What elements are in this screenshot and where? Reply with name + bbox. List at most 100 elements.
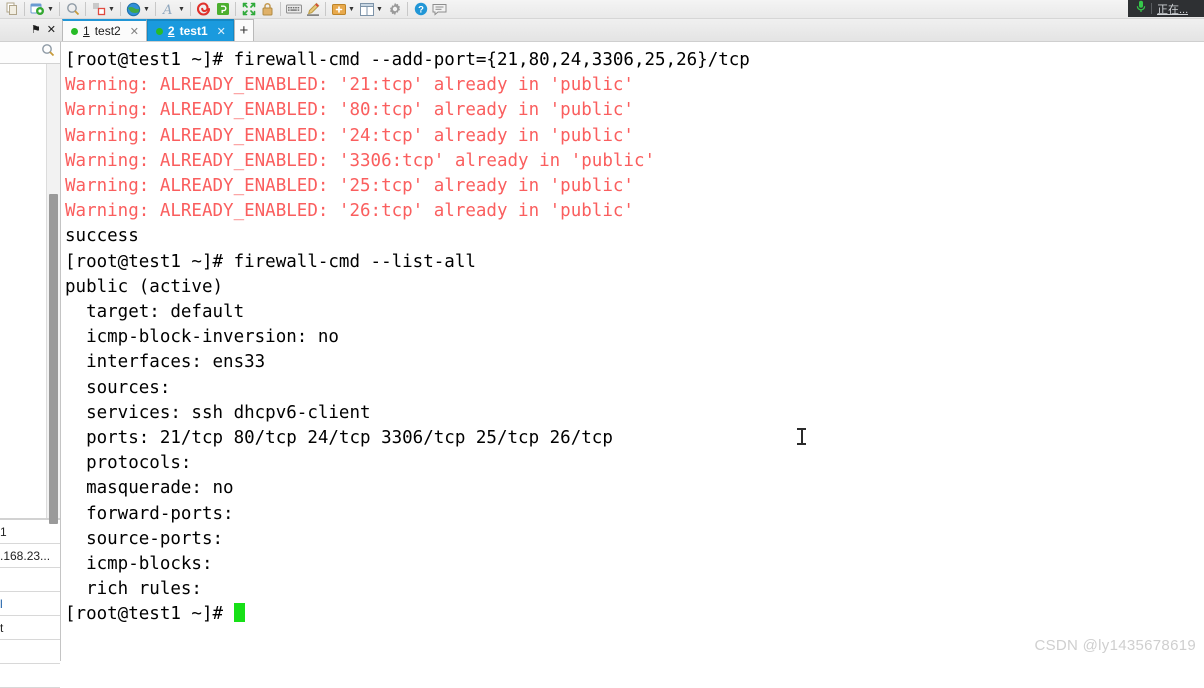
session-settings-button[interactable]: ▼: [28, 0, 56, 18]
list-item[interactable]: l: [0, 592, 60, 616]
tab-label: test2: [94, 24, 121, 38]
sidebar-scrollbar-thumb[interactable]: [49, 194, 58, 524]
terminal-line: success: [65, 226, 139, 247]
lock-icon: [259, 1, 276, 17]
terminal-line: rich rules:: [65, 579, 202, 600]
layout-button[interactable]: ▼: [357, 0, 385, 18]
sidebar-scrollbar[interactable]: [46, 64, 60, 524]
terminal-line: services: ssh dhcpv6-client: [65, 402, 371, 423]
keyboard-icon: [285, 1, 302, 17]
fullscreen-button[interactable]: [239, 0, 258, 18]
terminal-line: [root@test1 ~]#: [65, 602, 1204, 627]
list-item[interactable]: t: [0, 616, 60, 640]
close-icon[interactable]: ✕: [47, 24, 56, 35]
terminal-line: source-ports:: [65, 528, 224, 549]
sidebar-session-tree[interactable]: [0, 64, 60, 524]
tab-label: test1: [179, 24, 208, 38]
terminal-line: forward-ports:: [65, 503, 234, 524]
terminal-line: public (active): [65, 276, 224, 297]
font-button[interactable]: A ▼: [159, 0, 187, 18]
tab-close-icon[interactable]: ✕: [217, 25, 226, 38]
list-item[interactable]: [0, 568, 60, 592]
chevron-down-icon[interactable]: ▼: [375, 1, 384, 17]
toolbar-separator: [120, 2, 121, 16]
new-tab-button[interactable]: +: [233, 19, 254, 41]
ime-status-panel: 正在...: [1128, 0, 1204, 17]
chevron-down-icon[interactable]: ▼: [347, 1, 356, 17]
tab-status-dot: [71, 27, 78, 35]
spiral-icon: [195, 1, 212, 17]
terminal-line: protocols:: [65, 453, 192, 474]
font-a-icon: A: [160, 1, 177, 17]
toolbar-separator: [59, 2, 60, 16]
pen-icon: [304, 1, 321, 17]
tab-status-dot: [155, 27, 163, 35]
globe-button[interactable]: ▼: [124, 0, 152, 18]
watermark: CSDN @ly1435678619: [1034, 637, 1196, 654]
tab-index: 1: [83, 24, 90, 38]
sidebar-search-bar[interactable]: [0, 42, 60, 64]
terminal-line: interfaces: ens33: [65, 352, 266, 373]
chevron-down-icon[interactable]: ▼: [107, 1, 116, 17]
new-folder-button[interactable]: ▼: [329, 0, 357, 18]
terminal-line: sources:: [65, 377, 171, 398]
tab-bar-controls: ⚑ ✕: [0, 18, 62, 41]
keyboard-button[interactable]: [284, 0, 303, 18]
microphone-icon: [1136, 0, 1146, 18]
main-toolbar: ▼ ▼ ▼ A ▼ ▼ ▼ ?: [0, 0, 1204, 19]
terminal-line: ports: 21/tcp 80/tcp 24/tcp 3306/tcp 25/…: [65, 428, 613, 449]
terminal-line: [root@test1 ~]# firewall-cmd --list-all: [65, 251, 476, 272]
tab-test1[interactable]: 2 test1 ✕: [146, 19, 234, 41]
transfer-button[interactable]: ▼: [89, 0, 117, 18]
gear-green-icon: [29, 1, 46, 17]
toolbar-separator: [190, 2, 191, 16]
svg-text:?: ?: [418, 5, 424, 16]
layout-icon: [358, 1, 375, 17]
transfer-icon: [90, 1, 107, 17]
chat-icon: [431, 1, 448, 17]
terminal-warning-line: Warning: ALREADY_ENABLED: '3306:tcp' alr…: [65, 150, 656, 171]
feedback-button[interactable]: [430, 0, 449, 18]
copy-button[interactable]: [2, 0, 21, 18]
svg-text:A: A: [162, 3, 172, 16]
list-item[interactable]: [0, 664, 60, 688]
gear-grey-icon: [386, 1, 403, 17]
copy-icon: [3, 1, 20, 17]
toolbar-separator: [325, 2, 326, 16]
terminal-output: [root@test1 ~]# firewall-cmd --add-port=…: [61, 42, 1204, 628]
chevron-down-icon[interactable]: ▼: [142, 1, 151, 17]
search-icon[interactable]: [41, 43, 55, 62]
chevron-down-icon[interactable]: ▼: [46, 1, 55, 17]
terminal-line: icmp-block-inversion: no: [65, 327, 339, 348]
upload-button[interactable]: [213, 0, 232, 18]
highlighter-button[interactable]: [303, 0, 322, 18]
tab-close-icon[interactable]: ✕: [130, 25, 139, 38]
terminal-cursor: [233, 603, 245, 623]
tab-index: 2: [167, 24, 175, 38]
help-button[interactable]: ?: [411, 0, 430, 18]
settings-button[interactable]: [385, 0, 404, 18]
pin-icon[interactable]: ⚑: [31, 24, 41, 35]
green-box-icon: [214, 1, 231, 17]
toolbar-separator: [280, 2, 281, 16]
terminal-warning-line: Warning: ALREADY_ENABLED: '80:tcp' alrea…: [65, 100, 634, 121]
terminal-warning-line: Warning: ALREADY_ENABLED: '26:tcp' alrea…: [65, 201, 634, 222]
ime-label: 正在...: [1157, 3, 1189, 16]
ime-divider: [1151, 3, 1152, 14]
tab-test2[interactable]: 1 test2 ✕: [62, 19, 147, 41]
folder-plus-icon: [330, 1, 347, 17]
list-item[interactable]: .168.23...: [0, 544, 60, 568]
toolbar-separator: [24, 2, 25, 16]
spiral-button[interactable]: [194, 0, 213, 18]
search-icon: [64, 1, 81, 17]
terminal-warning-line: Warning: ALREADY_ENABLED: '25:tcp' alrea…: [65, 176, 634, 197]
toolbar-separator: [155, 2, 156, 16]
lock-button[interactable]: [258, 0, 277, 18]
expand-icon: [240, 1, 257, 17]
search-button[interactable]: [63, 0, 82, 18]
list-item[interactable]: [0, 640, 60, 664]
sidebar-detail-rows: 1 .168.23... l t: [0, 519, 60, 688]
terminal-pane[interactable]: [root@test1 ~]# firewall-cmd --add-port=…: [61, 42, 1204, 661]
terminal-warning-line: Warning: ALREADY_ENABLED: '21:tcp' alrea…: [65, 75, 634, 96]
chevron-down-icon[interactable]: ▼: [177, 1, 186, 17]
